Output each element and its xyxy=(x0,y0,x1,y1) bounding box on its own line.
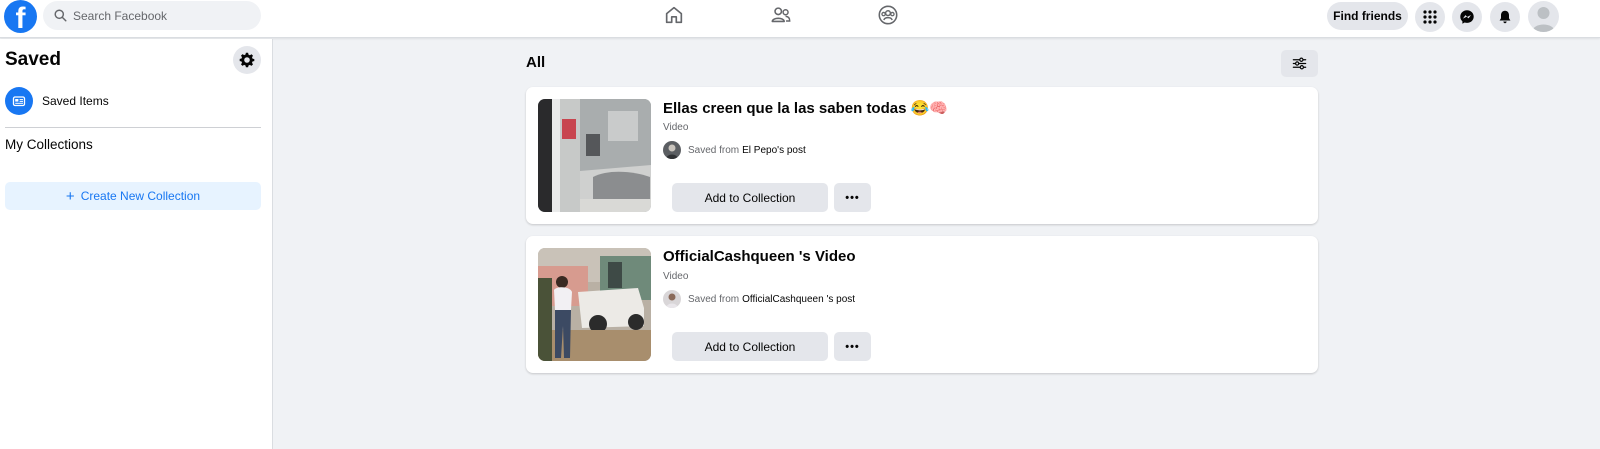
search-input[interactable] xyxy=(73,8,243,23)
my-collections-heading: My Collections xyxy=(5,137,93,152)
card-title[interactable]: OfficialCashqueen 's Video xyxy=(663,248,856,265)
video-thumbnail[interactable] xyxy=(538,248,651,361)
notifications-bell-icon[interactable] xyxy=(1490,2,1520,32)
sidebar-item-saved-items[interactable]: Saved Items xyxy=(5,87,109,115)
saved-from-prefix: Saved from xyxy=(688,293,740,305)
create-new-collection-button[interactable]: + Create New Collection xyxy=(5,182,261,210)
card-type: Video xyxy=(663,271,689,282)
video-thumbnail[interactable] xyxy=(538,99,651,212)
facebook-logo-letter: f xyxy=(15,2,26,34)
menu-grid-icon[interactable] xyxy=(1415,2,1445,32)
add-to-collection-button[interactable]: Add to Collection xyxy=(672,332,828,361)
section-title: All xyxy=(526,54,546,71)
saved-item-card[interactable]: OfficialCashqueen 's Video Video Saved f… xyxy=(526,236,1318,373)
sidebar-title: Saved xyxy=(5,49,61,70)
friends-icon[interactable] xyxy=(770,4,792,26)
filter-button[interactable] xyxy=(1281,50,1318,77)
saved-from-line: Saved from El Pepo's post xyxy=(663,140,806,160)
search-icon xyxy=(54,9,67,22)
profile-avatar[interactable] xyxy=(1528,1,1559,32)
saved-items-label: Saved Items xyxy=(42,94,109,108)
more-options-button[interactable]: ••• xyxy=(834,183,871,212)
more-options-button[interactable]: ••• xyxy=(834,332,871,361)
card-type: Video xyxy=(663,122,689,133)
sidebar-divider xyxy=(5,127,261,128)
saved-items-icon xyxy=(5,87,33,115)
saved-sidebar: Saved Saved Items My Collections + Creat… xyxy=(0,39,273,449)
groups-icon[interactable] xyxy=(877,4,899,26)
card-title[interactable]: Ellas creen que la las saben todas 😂🧠 xyxy=(663,99,948,117)
saved-item-card[interactable]: Ellas creen que la las saben todas 😂🧠 Vi… xyxy=(526,87,1318,224)
source-avatar[interactable] xyxy=(663,290,681,308)
saved-from-source-link[interactable]: OfficialCashqueen 's post xyxy=(742,294,855,305)
find-friends-button[interactable]: Find friends xyxy=(1327,2,1408,30)
gear-icon[interactable] xyxy=(233,46,261,74)
add-to-collection-button[interactable]: Add to Collection xyxy=(672,183,828,212)
search-box[interactable] xyxy=(43,1,261,30)
create-new-collection-label: Create New Collection xyxy=(80,189,201,203)
home-icon[interactable] xyxy=(663,4,685,26)
messenger-icon[interactable] xyxy=(1452,2,1482,32)
facebook-logo[interactable]: f xyxy=(4,0,37,33)
saved-from-prefix: Saved from xyxy=(688,144,740,156)
plus-icon: + xyxy=(65,187,75,205)
saved-from-line: Saved from OfficialCashqueen 's post xyxy=(663,289,855,309)
source-avatar[interactable] xyxy=(663,141,681,159)
saved-from-source-link[interactable]: El Pepo's post xyxy=(742,145,806,156)
sliders-icon xyxy=(1292,57,1307,70)
top-navigation-bar: f Find friends xyxy=(0,0,1600,38)
